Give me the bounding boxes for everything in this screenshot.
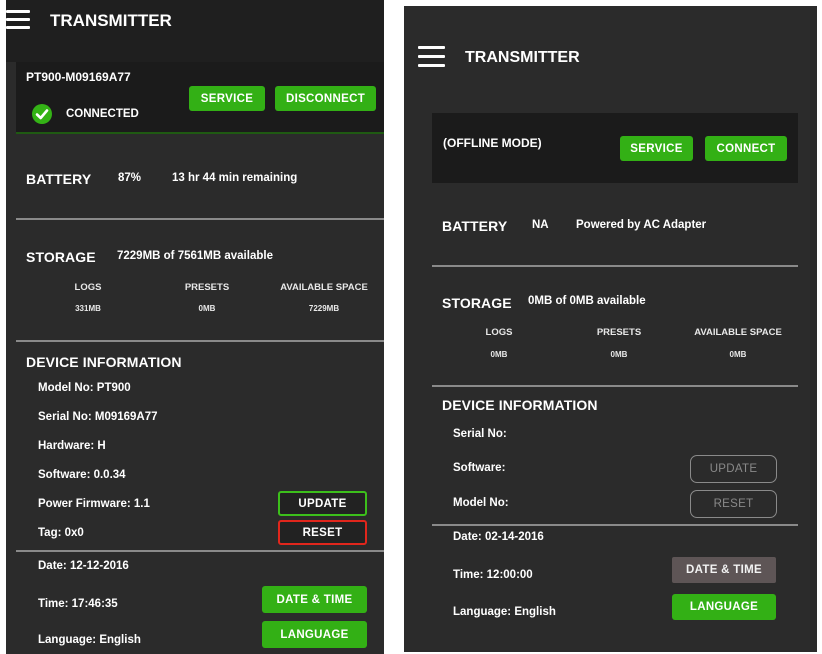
right-storage-summary: 0MB of 0MB available — [528, 295, 646, 307]
left-storage-available-value: 7229MB — [308, 304, 340, 313]
left-date-time-button[interactable]: DATE & TIME — [262, 586, 367, 613]
left-storage-title: STORAGE — [26, 249, 96, 265]
left-device-info-title: DEVICE INFORMATION — [26, 354, 182, 370]
left-battery-title: BATTERY — [26, 171, 92, 187]
right-language-button[interactable]: LANGUAGE — [672, 594, 776, 620]
left-storage-logs-value: 331MB — [75, 304, 101, 313]
right-battery-percent: NA — [532, 219, 549, 231]
left-reset-button[interactable]: RESET — [278, 520, 367, 545]
right-language: Language: English — [453, 606, 556, 618]
left-language: Language: English — [38, 634, 141, 646]
left-app-header: TRANSMITTER — [6, 0, 384, 62]
left-time: Time: 17:46:35 — [38, 598, 118, 610]
left-model-no: Model No: PT900 — [38, 382, 131, 394]
left-tag: Tag: 0x0 — [38, 527, 84, 539]
right-app-title: TRANSMITTER — [465, 49, 580, 66]
right-model-no: Model No: — [453, 497, 509, 509]
right-date: Date: 02-14-2016 — [453, 531, 544, 543]
left-hardware: Hardware: H — [38, 440, 106, 452]
right-divider-3 — [432, 524, 798, 526]
left-date: Date: 12-12-2016 — [38, 560, 129, 572]
left-divider-3 — [16, 550, 384, 552]
right-storage-available-label: AVAILABLE SPACE — [694, 327, 782, 338]
left-service-button[interactable]: SERVICE — [189, 86, 265, 111]
right-reset-button[interactable]: RESET — [690, 490, 777, 518]
left-language-button[interactable]: LANGUAGE — [262, 621, 367, 648]
left-power-firmware: Power Firmware: 1.1 — [38, 498, 150, 510]
left-app-title: TRANSMITTER — [50, 11, 172, 30]
right-software: Software: — [453, 462, 506, 474]
left-update-button[interactable]: UPDATE — [278, 491, 367, 516]
left-battery-remaining: 13 hr 44 min remaining — [172, 172, 298, 184]
left-divider-1 — [16, 218, 384, 220]
right-storage-logs-label: LOGS — [485, 327, 513, 338]
left-device-header: PT900-M09169A77 CONNECTED SERVICE DISCON… — [16, 62, 384, 134]
left-serial-no: Serial No: M09169A77 — [38, 411, 158, 423]
right-device-info-title: DEVICE INFORMATION — [442, 397, 598, 413]
left-storage-logs-label: LOGS — [74, 282, 102, 293]
right-divider-1 — [432, 265, 798, 267]
hamburger-menu-icon[interactable] — [6, 10, 32, 32]
left-storage-summary: 7229MB of 7561MB available — [117, 250, 273, 262]
offline-mode-label: (OFFLINE MODE) — [443, 136, 542, 150]
left-transmitter-screen: TRANSMITTER PT900-M09169A77 CONNECTED SE… — [6, 0, 384, 654]
right-service-button[interactable]: SERVICE — [620, 136, 693, 161]
right-storage-logs-value: 0MB — [490, 350, 508, 359]
left-divider-2 — [16, 340, 384, 342]
left-battery-percent: 87% — [118, 172, 142, 184]
right-storage-presets-value: 0MB — [610, 350, 628, 359]
right-divider-2 — [432, 385, 798, 387]
left-storage-available-label: AVAILABLE SPACE — [280, 282, 368, 293]
disconnect-button[interactable]: DISCONNECT — [275, 86, 376, 111]
left-software: Software: 0.0.34 — [38, 469, 126, 481]
right-serial-no: Serial No: — [453, 428, 507, 440]
left-storage-presets-value: 0MB — [198, 304, 216, 313]
check-circle-icon — [32, 104, 52, 124]
right-date-time-button[interactable]: DATE & TIME — [672, 557, 776, 583]
right-storage-title: STORAGE — [442, 295, 512, 311]
image-separator — [384, 0, 404, 654]
right-time: Time: 12:00:00 — [453, 569, 533, 581]
connect-button[interactable]: CONNECT — [705, 136, 787, 161]
left-connection-status: CONNECTED — [66, 108, 139, 120]
hamburger-menu-icon[interactable] — [418, 46, 446, 68]
right-battery-title: BATTERY — [442, 218, 508, 234]
left-storage-presets-label: PRESETS — [184, 282, 230, 293]
right-transmitter-screen: TRANSMITTER (OFFLINE MODE) SERVICE CONNE… — [404, 6, 817, 652]
right-storage-available-value: 0MB — [729, 350, 747, 359]
right-update-button[interactable]: UPDATE — [690, 455, 777, 483]
left-device-id: PT900-M09169A77 — [26, 70, 131, 84]
right-storage-presets-label: PRESETS — [596, 327, 642, 338]
right-device-header: (OFFLINE MODE) SERVICE CONNECT — [432, 113, 798, 183]
right-battery-remaining: Powered by AC Adapter — [576, 219, 707, 231]
